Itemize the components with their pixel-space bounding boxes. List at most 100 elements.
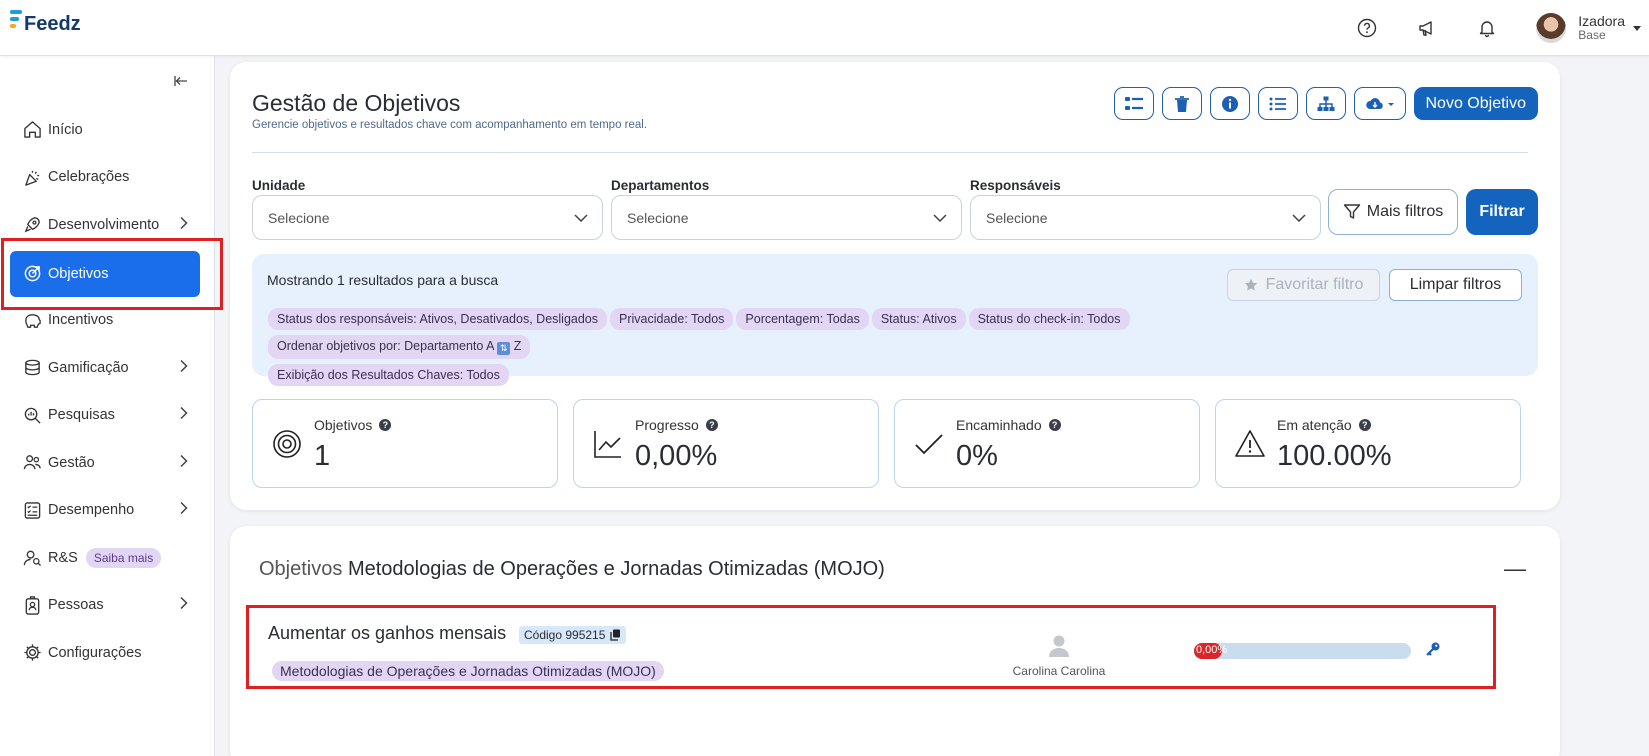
user-menu[interactable]: Izadora Base — [1536, 13, 1641, 43]
objective-code: Código 995215 — [524, 628, 606, 642]
order-chip-suffix: Z — [513, 339, 522, 353]
hierarchy-button[interactable] — [1305, 87, 1346, 120]
objectives-header-card: Gestão de Objetivos Gerencie objetivos e… — [230, 62, 1560, 510]
responsaveis-select-value: Selecione — [986, 209, 1048, 226]
sidebar-nav: Início Celebrações Desenvolvimento Objetivo… — [10, 106, 200, 677]
objective-owner[interactable]: Carolina Carolina — [1009, 633, 1109, 678]
key-icon[interactable] — [1425, 641, 1441, 657]
sidebar-item-label: Gamificação — [48, 359, 129, 376]
stat-value: 0% — [956, 440, 998, 472]
objective-title[interactable]: Aumentar os ganhos mensais — [268, 623, 506, 644]
sidebar-item-pessoas[interactable]: Pessoas — [10, 582, 200, 630]
sidebar: Início Celebrações Desenvolvimento Objetivo… — [0, 56, 215, 756]
list-check-icon — [1124, 96, 1143, 110]
favorite-filter-button[interactable]: Favoritar filtro — [1227, 269, 1380, 301]
stat-label: Objetivos — [314, 417, 373, 433]
sidebar-item-label: Celebrações — [48, 169, 130, 186]
stat-value: 1 — [314, 440, 331, 472]
id-badge-icon — [22, 595, 42, 615]
sidebar-item-label: Pesquisas — [48, 407, 115, 424]
chevron-right-icon — [180, 407, 188, 424]
sidebar-item-label: Pessoas — [48, 597, 104, 614]
stat-value: 0,00% — [635, 440, 718, 472]
download-dropdown-button[interactable] — [1353, 87, 1406, 120]
objective-code-badge[interactable]: Código 995215 — [519, 626, 627, 644]
sidebar-item-gestao[interactable]: Gestão — [10, 439, 200, 487]
filter-chip: Status: Ativos — [871, 308, 966, 330]
sidebar-item-label: Incentivos — [48, 312, 114, 329]
avatar — [1536, 13, 1567, 43]
stat-card-em-atencao: Em atenção? 100.00% — [1215, 399, 1521, 488]
chevron-down-icon — [574, 213, 588, 222]
user-subtitle: Base — [1578, 28, 1606, 42]
question-icon[interactable]: ? — [379, 419, 392, 431]
new-objective-button[interactable]: Novo Objetivo — [1413, 87, 1538, 120]
question-icon[interactable]: ? — [1358, 419, 1371, 431]
caret-down-icon — [1633, 25, 1641, 31]
user-name: Izadora — [1578, 13, 1625, 29]
clear-filters-button[interactable]: Limpar filtros — [1389, 269, 1522, 301]
megaphone-icon[interactable] — [1416, 17, 1438, 39]
check-icon — [915, 434, 943, 455]
collapse-sidebar-icon[interactable] — [174, 74, 188, 93]
sidebar-item-gamificacao[interactable]: Gamificação — [10, 344, 200, 392]
home-icon — [22, 120, 42, 140]
filter-chip: Status do check-in: Todos — [968, 308, 1130, 330]
question-icon[interactable]: ? — [1048, 419, 1061, 431]
sidebar-item-inicio[interactable]: Início — [10, 106, 200, 154]
coins-icon — [22, 358, 42, 378]
info-icon — [1221, 95, 1238, 112]
chevron-right-icon — [180, 216, 188, 233]
sidebar-item-label: Desenvolvimento — [48, 216, 160, 233]
trash-button[interactable] — [1161, 87, 1202, 120]
page-subtitle: Gerencie objetivos e resultados chave co… — [252, 119, 648, 131]
question-icon[interactable]: ? — [705, 419, 718, 431]
filter-chip: Privacidade: Todos — [610, 308, 734, 330]
logo-text: Feedz — [24, 13, 81, 35]
favorite-filter-label: Favoritar filtro — [1265, 276, 1364, 293]
checklist-icon — [22, 500, 42, 520]
departamentos-select[interactable]: Selecione — [611, 195, 962, 240]
apply-filter-button[interactable]: Filtrar — [1466, 189, 1538, 235]
objective-row[interactable]: Aumentar os ganhos mensais Código 995215… — [246, 605, 1496, 689]
progress-label: 0,00% — [1196, 644, 1228, 656]
unidade-select[interactable]: Selecione — [252, 195, 603, 240]
piggy-bank-icon — [22, 310, 42, 330]
sidebar-item-label: Desempenho — [48, 502, 135, 519]
info-button[interactable] — [1209, 87, 1250, 120]
bullet-list-button[interactable] — [1257, 87, 1298, 120]
collapse-section-button[interactable]: — — [1504, 556, 1526, 582]
header-divider — [252, 152, 1528, 153]
sidebar-item-configuracoes[interactable]: Configurações — [10, 629, 200, 677]
saiba-mais-badge[interactable]: Saiba mais — [85, 547, 162, 568]
order-chip-prefix: Ordenar objetivos por: Departamento A — [277, 339, 494, 353]
sidebar-item-celebracoes[interactable]: Celebrações — [10, 154, 200, 202]
section-prefix: Objetivos — [259, 558, 343, 580]
stats-row: Objetivos? 1 Progresso? 0,00% Encaminhad… — [252, 399, 1536, 488]
warning-icon — [1235, 430, 1265, 457]
help-icon[interactable] — [1356, 17, 1378, 39]
bell-icon[interactable] — [1476, 17, 1498, 39]
unidade-label: Unidade — [252, 178, 306, 193]
sidebar-item-r-s[interactable]: R&S Saiba mais — [10, 534, 200, 582]
departamentos-select-value: Selecione — [627, 209, 689, 226]
person-search-icon — [22, 548, 42, 568]
active-filter-chips: Status dos responsáveis: Ativos, Desativ… — [268, 308, 1368, 391]
departamentos-label: Departamentos — [611, 178, 710, 193]
sidebar-item-label: Gestão — [48, 454, 95, 471]
sidebar-item-label: Início — [48, 121, 83, 138]
feedz-logo[interactable]: Feedz — [10, 8, 81, 36]
unidade-select-value: Selecione — [268, 209, 330, 226]
responsaveis-select[interactable]: Selecione — [970, 195, 1321, 240]
department-chip: Metodologias de Operações e Jornadas Oti… — [272, 661, 664, 681]
people-icon — [22, 453, 42, 473]
copy-icon — [610, 629, 621, 641]
sidebar-item-desempenho[interactable]: Desempenho — [10, 487, 200, 535]
stat-label: Progresso — [635, 417, 699, 433]
more-filters-button[interactable]: Mais filtros — [1328, 189, 1458, 235]
bullet-list-icon — [1269, 97, 1286, 110]
stat-label: Em atenção — [1277, 417, 1352, 433]
list-view-button[interactable] — [1113, 87, 1154, 120]
sidebar-item-pesquisas[interactable]: Pesquisas — [10, 392, 200, 440]
sitemap-icon — [1317, 96, 1334, 111]
